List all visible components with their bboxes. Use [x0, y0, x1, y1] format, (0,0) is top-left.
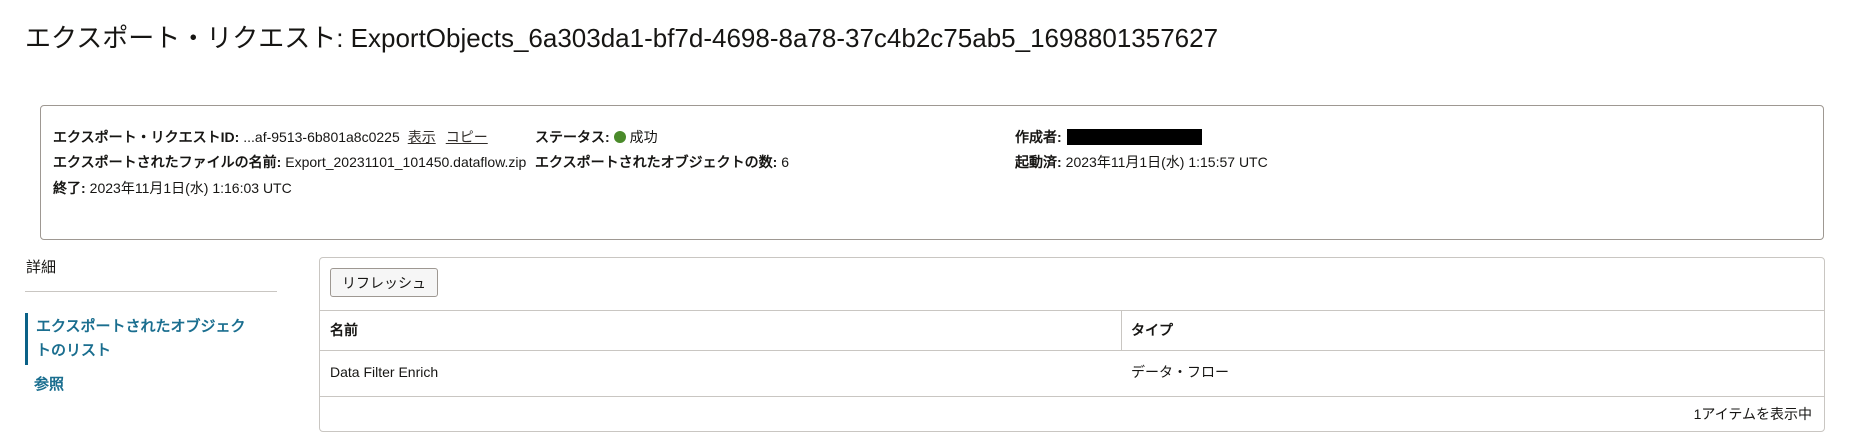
copy-request-id-link[interactable]: コピー [446, 129, 488, 145]
status-field: ステータス 成功 [535, 128, 658, 146]
started-label: 起動済 [1015, 154, 1062, 170]
status-label: ステータス [535, 129, 610, 145]
page-title: エクスポート・リクエスト: ExportObjects_6a303da1-bf7… [25, 23, 1219, 53]
sidebar-item-references[interactable]: 参照 [25, 373, 277, 397]
object-count-label: エクスポートされたオブジェクトの数 [535, 154, 777, 170]
sidebar-item-exported-objects[interactable]: エクスポートされたオブジェクトのリスト [25, 313, 256, 365]
created-by-field: 作成者 [1015, 128, 1202, 146]
finished-label: 終了 [53, 180, 86, 196]
redacted-user-name [1066, 129, 1202, 145]
created-by-label: 作成者 [1015, 129, 1062, 145]
column-header-name[interactable]: 名前 [330, 311, 358, 350]
export-request-info-panel: エクスポート・リクエストID...af-9513-6b801a8c0225 表示コ… [40, 105, 1824, 240]
object-count-field: エクスポートされたオブジェクトの数6 [535, 153, 789, 171]
exported-file-value: Export_20231101_101450.dataflow.zip [285, 154, 527, 170]
started-field: 起動済2023年11月1日(水) 1:15:57 UTC [1015, 153, 1268, 171]
object-count-value: 6 [781, 154, 790, 170]
request-id-field: エクスポート・リクエストID...af-9513-6b801a8c0225 表示コ… [53, 128, 488, 146]
success-status-icon [613, 131, 626, 143]
request-id-label: エクスポート・リクエストID [53, 129, 239, 145]
column-divider [1121, 311, 1122, 350]
side-nav-divider [25, 291, 277, 292]
exported-file-label: エクスポートされたファイルの名前 [53, 154, 281, 170]
request-id-value: ...af-9513-6b801a8c0225 [243, 129, 400, 145]
exported-file-field: エクスポートされたファイルの名前Export_20231101_101450.d… [53, 153, 526, 171]
started-value: 2023年11月1日(水) 1:15:57 UTC [1065, 154, 1268, 170]
exported-objects-table-panel: リフレッシュ 名前 タイプ Data Filter Enrich データ・フロー… [319, 257, 1825, 432]
finished-value: 2023年11月1日(水) 1:16:03 UTC [89, 180, 292, 196]
table-row[interactable]: Data Filter Enrich データ・フロー [320, 350, 1824, 397]
row-type-cell: データ・フロー [1131, 364, 1229, 380]
row-name-cell: Data Filter Enrich [330, 364, 439, 380]
finished-field: 終了2023年11月1日(水) 1:16:03 UTC [53, 179, 292, 197]
refresh-button[interactable]: リフレッシュ [330, 268, 438, 297]
column-header-type[interactable]: タイプ [1131, 311, 1173, 350]
status-value: 成功 [629, 129, 658, 145]
items-count-text: 1アイテムを表示中 [1693, 406, 1812, 422]
details-side-nav: 詳細 エクスポートされたオブジェクトのリスト 参照 [25, 258, 277, 397]
table-header-row: 名前 タイプ [320, 310, 1824, 351]
side-nav-heading: 詳細 [26, 259, 57, 276]
show-request-id-link[interactable]: 表示 [408, 129, 436, 145]
